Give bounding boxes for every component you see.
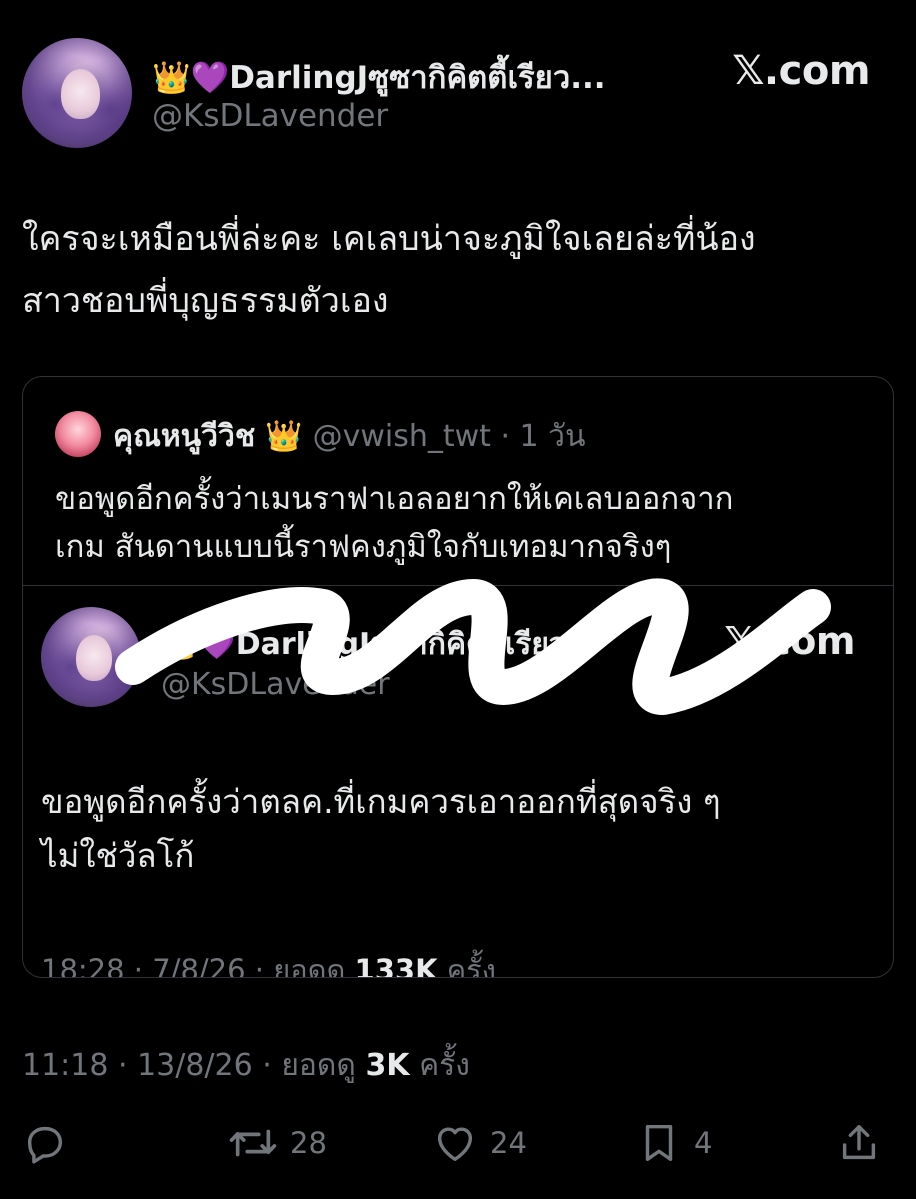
scribble-redaction [115,578,831,715]
heart-icon [437,1127,473,1162]
crown-icon: 👑 [265,419,303,454]
tweet-views: 3K [365,1048,410,1083]
quote-text-line: เกม สันดานแบบนี้ราฟคงภูมิใจกับเทอมากจริง… [55,529,672,565]
tweet-meta: 11:18 · 13/8/26 · ยอดดู 3K ครั้ง [22,1042,470,1089]
tweet-text: ใครจะเหมือนพี่ล่ะคะ เคเลบน่าจะภูมิใจเลยล… [22,208,902,332]
embedded-meta: 18:28 · 7/8/26 · ยอดดู 133K ครั้ง [41,947,496,978]
embedded-views: 133K [354,953,438,978]
quote-text: ขอพูดอีกครั้งว่าเมนราฟาเอลอยากให้เคเลบออ… [55,475,875,571]
embedded-views-unit: ครั้ง [446,953,496,978]
retweet-icon [229,1129,277,1157]
tweet-text-line: ใครจะเหมือนพี่ล่ะคะ เคเลบน่าจะภูมิใจเลยล… [22,219,756,259]
author-handle[interactable]: @KsDLavender [152,98,388,134]
reply-button[interactable] [22,1120,80,1166]
quoted-tweet-card[interactable]: คุณหนูวีวิช 👑 @vwish_twt · 1 วัน ขอพูดอี… [22,376,894,978]
share-icon [842,1124,876,1160]
tweet-views-unit: ครั้ง [419,1048,470,1083]
embedded-text-line: ขอพูดอีกครั้งว่าตลค.ที่เกมควรเอาออกที่สุ… [41,782,721,821]
reply-icon [27,1126,63,1164]
embedded-text: ขอพูดอีกครั้งว่าตลค.ที่เกมควรเอาออกที่สุ… [41,775,871,883]
quote-handle-time: @vwish_twt · 1 วัน [312,419,586,454]
quote-text-line: ขอพูดอีกครั้งว่าเมนราฟาเอลอยากให้เคเลบออ… [55,481,734,517]
like-count: 24 [490,1126,527,1160]
quote-author-name: คุณหนูวีวิช [113,419,256,454]
tweet-timestamp[interactable]: 11:18 · 13/8/26 · ยอดดู [22,1048,356,1083]
bookmark-count: 4 [694,1126,713,1160]
tweet-text-line: สาวชอบพี่บุญธรรมตัวเอง [22,281,389,321]
share-button[interactable] [836,1120,882,1166]
author-avatar[interactable] [22,38,132,148]
embedded-text-line: ไม่ใช่วัลโก้ [41,836,195,875]
embedded-timestamp: 18:28 · 7/8/26 · ยอดดู [41,953,346,978]
author-name[interactable]: 👑💜DarlingJซูซากิคิตตี้เรียว... [152,52,606,102]
bookmark-icon [645,1124,673,1162]
retweet-count: 28 [290,1126,327,1160]
bookmark-button[interactable]: 4 [636,1120,712,1166]
x-logo: 𝕏.com [732,48,870,94]
like-button[interactable]: 24 [432,1120,527,1166]
retweet-button[interactable]: 28 [228,1120,327,1166]
quote-author-avatar [55,411,101,457]
